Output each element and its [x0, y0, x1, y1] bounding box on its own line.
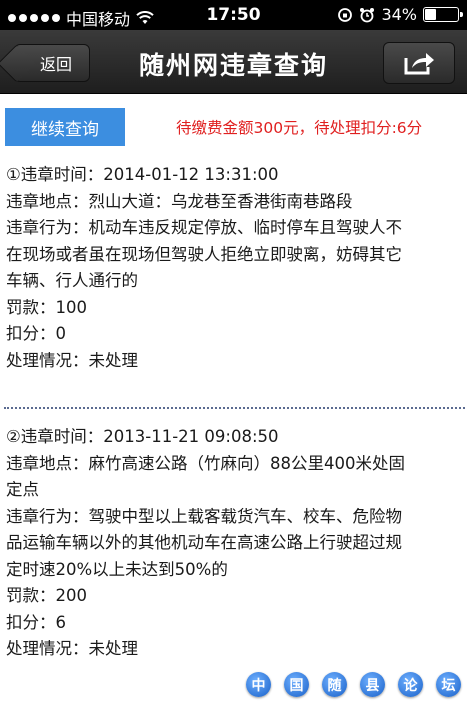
violation-behavior-line: 品运输车辆以外的其他机动车在高速公路上行驶超过规 [6, 533, 402, 552]
violation-behavior-line: 违章行为：驾驶中型以上载客载货汽车、校车、危险物 [6, 506, 402, 526]
violation-location: 违章地点：烈山大道：乌龙巷至香港街南巷路段 [6, 191, 353, 211]
violation-record-1: ①违章时间：2014-01-12 13:31:00 违章地点：烈山大道：乌龙巷至… [6, 162, 464, 374]
battery-percent: 34% [381, 5, 417, 24]
violation-location-line: 违章地点：麻竹高速公路（竹麻向）88公里400米处固 [6, 453, 405, 473]
violation-status: 处理情况：未处理 [6, 350, 138, 370]
violation-behavior-line: 在现场或者虽在现场但驾驶人拒绝立即驶离，妨碍其它 [6, 244, 402, 264]
violation-behavior-line: 违章行为：机动车违反规定停放、临时停车且驾驶人不 [6, 218, 402, 237]
watermark-char: 论 [398, 672, 423, 697]
violation-points: 扣分：6 [6, 612, 66, 632]
violation-behavior-line: 定时速20%以上未达到50%的 [6, 559, 228, 579]
violation-fine: 罚款：200 [6, 586, 87, 605]
violation-behavior-line: 车辆、行人通行的 [6, 271, 138, 290]
rotation-lock-icon [338, 7, 353, 22]
violation-record-2: ②违章时间：2013-11-21 09:08:50 违章地点：麻竹高速公路（竹麻… [6, 424, 464, 663]
forum-watermark: 中 国 随 县 论 坛 [246, 672, 461, 697]
record-divider [4, 407, 465, 409]
watermark-char: 坛 [436, 672, 461, 697]
violation-location-line: 定点 [6, 480, 39, 499]
watermark-char: 国 [284, 672, 309, 697]
violation-status: 处理情况：未处理 [6, 639, 138, 658]
violation-fine: 罚款：100 [6, 297, 87, 317]
continue-query-button[interactable]: 继续查询 [5, 108, 125, 146]
battery-icon [423, 7, 463, 22]
watermark-char: 中 [246, 672, 271, 697]
status-bar: 中国移动 17:50 34% [0, 0, 467, 30]
share-button[interactable] [383, 42, 455, 84]
watermark-char: 县 [360, 672, 385, 697]
share-icon [404, 53, 434, 75]
action-row: 继续查询 待缴费金额300元，待处理扣分:6分 [0, 94, 467, 156]
navigation-bar: 返回 随州网违章查询 [0, 30, 467, 94]
watermark-char: 随 [322, 672, 347, 697]
violation-points: 扣分：0 [6, 324, 66, 343]
violation-time: ②违章时间：2013-11-21 09:08:50 [6, 427, 279, 446]
alarm-icon [360, 7, 375, 22]
violation-time: ①违章时间：2014-01-12 13:31:00 [6, 165, 279, 184]
payment-summary: 待缴费金额300元，待处理扣分:6分 [176, 119, 423, 137]
